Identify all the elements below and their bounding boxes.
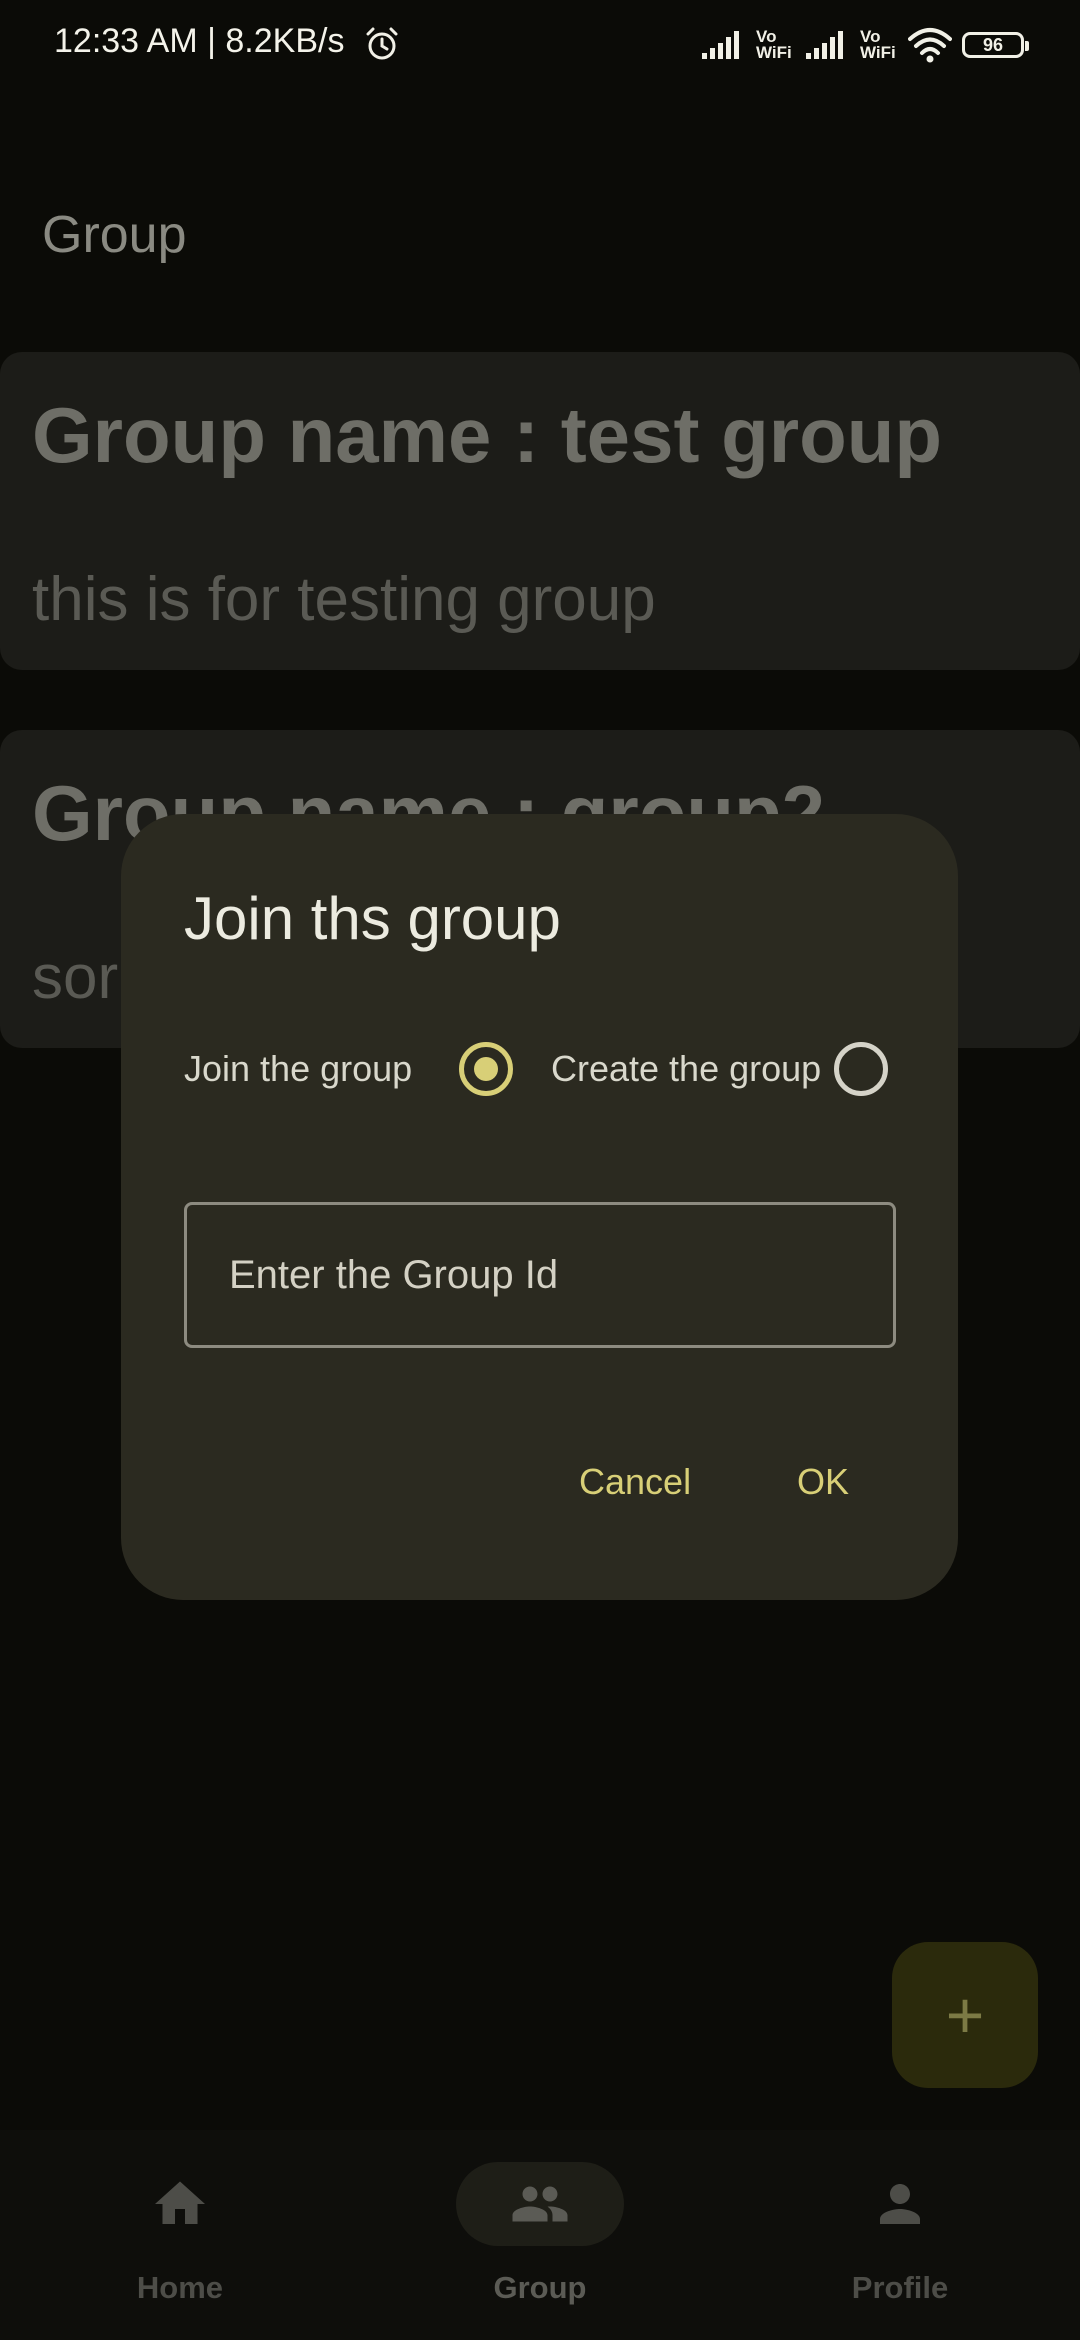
create-group-radio[interactable] [834, 1042, 888, 1096]
ok-button[interactable]: OK [781, 1442, 865, 1522]
join-group-dialog: Join ths group Join the group Create the… [121, 814, 958, 1600]
join-group-label[interactable]: Join the group [184, 1048, 412, 1090]
screen: 12:33 AM | 8.2KB/s Vo WiFi Vo WiFi 96 Gr… [0, 0, 1080, 2340]
cancel-button[interactable]: Cancel [563, 1442, 707, 1522]
create-group-label[interactable]: Create the group [551, 1048, 821, 1090]
dialog-title: Join ths group [184, 885, 561, 952]
group-option-radio-group: Join the group Create the group [184, 1036, 904, 1102]
group-id-input[interactable] [184, 1202, 896, 1348]
join-group-radio[interactable] [459, 1042, 513, 1096]
